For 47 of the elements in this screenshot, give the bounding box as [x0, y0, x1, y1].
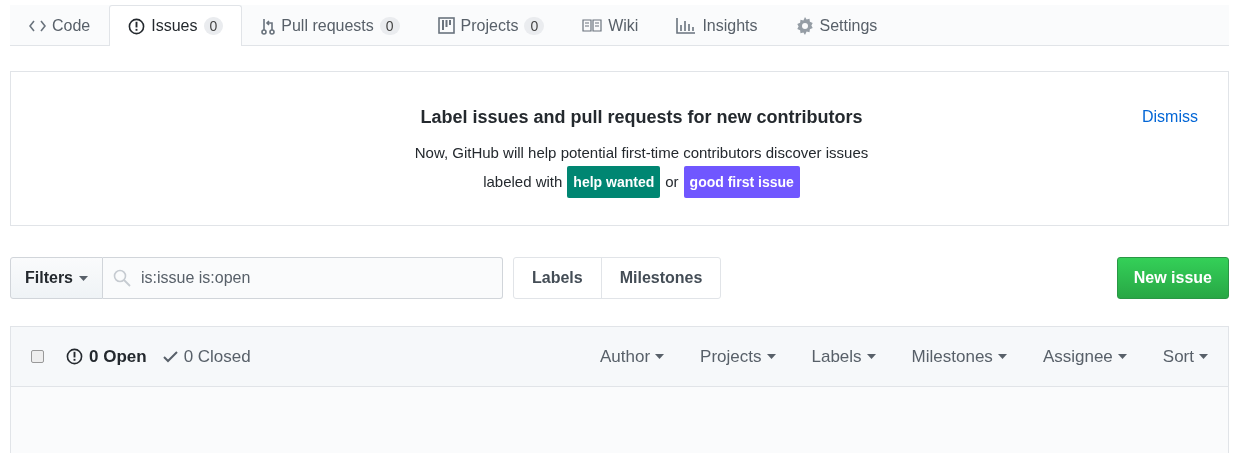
bar-chart-icon — [676, 17, 697, 34]
issue-label[interactable]: help wanted — [567, 166, 661, 198]
nav-link[interactable]: Milestones — [600, 258, 721, 298]
code-icon — [29, 19, 46, 32]
caret-icon — [997, 354, 1007, 359]
issue-icon — [66, 348, 83, 365]
tab[interactable]: Settings — [776, 5, 897, 45]
caret-icon — [1199, 354, 1208, 359]
banner-title: Label issues and pull requests for new contributors — [420, 107, 863, 128]
filters-button[interactable]: Filters — [10, 257, 103, 299]
banner-text: or — [665, 172, 679, 192]
tab[interactable]: Code — [10, 5, 110, 45]
tab-counter: 0 — [203, 17, 224, 35]
tab[interactable]: Projects 0 — [418, 5, 564, 45]
filter-dropdown[interactable]: Sort — [1162, 346, 1208, 367]
pull-request-icon — [261, 16, 276, 35]
issue-label[interactable]: good first issue — [683, 166, 800, 198]
caret-icon — [866, 354, 876, 359]
caret-icon — [79, 275, 88, 281]
caret-icon — [766, 354, 776, 359]
open-issues-link[interactable]: 0 Open — [66, 346, 147, 367]
caret-icon — [655, 354, 665, 359]
filter-dropdown[interactable]: Labels — [811, 346, 876, 367]
filter-dropdown[interactable]: Author — [600, 346, 665, 367]
caret-icon — [1117, 354, 1127, 359]
book-icon — [582, 19, 603, 32]
gear-icon — [795, 16, 814, 35]
tab[interactable]: Insights — [657, 5, 777, 45]
issue-icon — [128, 17, 146, 35]
closed-issues-link[interactable]: 0 Closed — [162, 346, 251, 367]
project-board-icon — [437, 17, 455, 34]
dismiss-link[interactable]: Dismiss — [1142, 72, 1198, 225]
check-icon — [162, 350, 178, 363]
banner-text: Now, GitHub will help potential first-time contributors discover issues — [414, 143, 869, 163]
checkbox[interactable] — [31, 350, 44, 363]
filter-dropdown[interactable]: Milestones — [911, 346, 1007, 367]
search-icon — [113, 269, 131, 287]
tab-counter: 0 — [524, 16, 545, 35]
tab-counter: 0 — [379, 16, 400, 35]
tab[interactable]: Pull requests 0 — [242, 5, 419, 45]
filter-dropdown[interactable]: Projects — [700, 346, 776, 367]
search-field[interactable]: is:issue is:open — [103, 257, 503, 299]
banner-text: labeled with — [483, 172, 563, 192]
tab[interactable]: Wiki — [563, 5, 658, 45]
tab[interactable]: Issues 0 — [109, 5, 243, 46]
filter-dropdown[interactable]: Assignee — [1042, 346, 1127, 367]
nav-link[interactable]: Labels — [514, 258, 601, 298]
